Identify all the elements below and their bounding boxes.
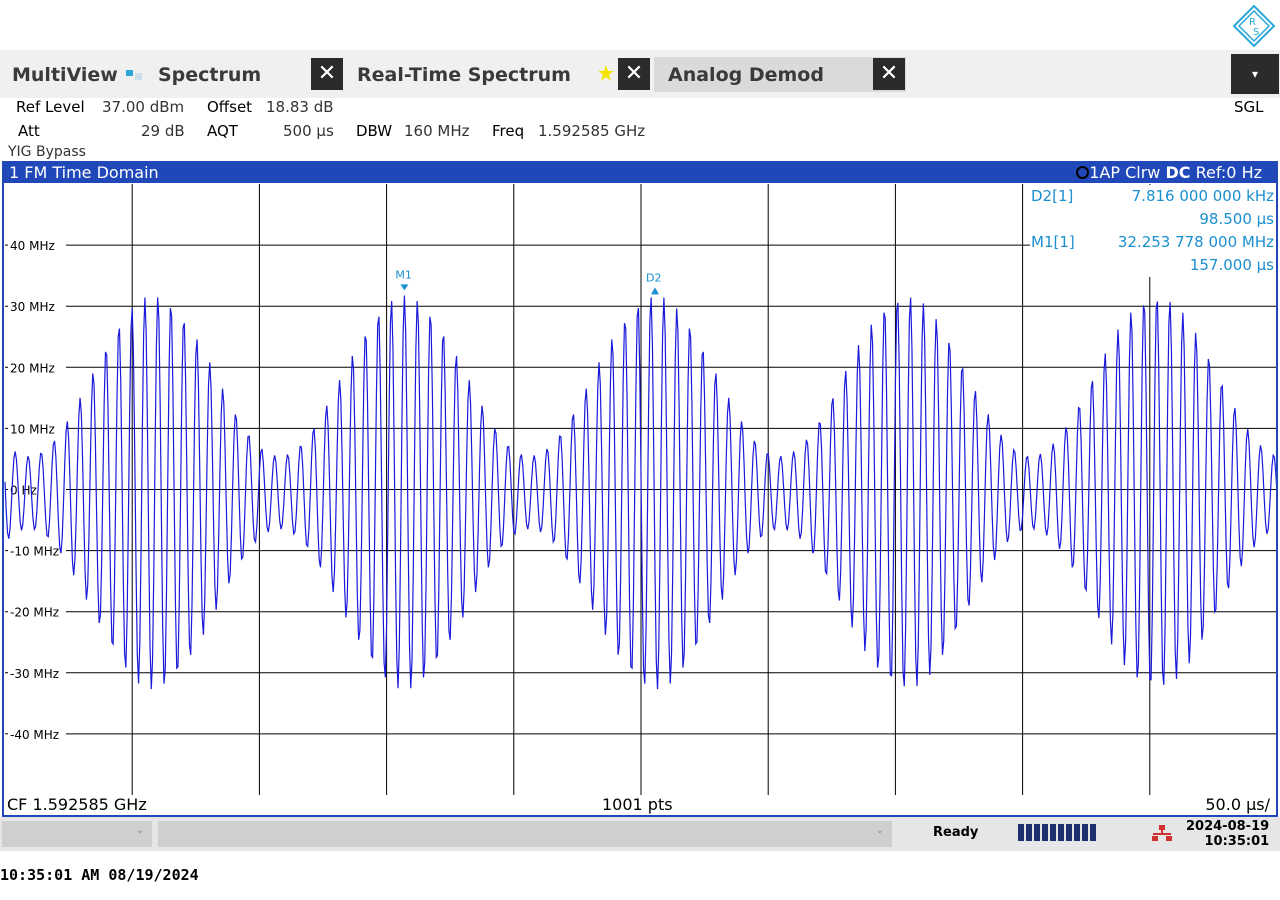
aqt-label: AQT: [207, 122, 238, 140]
tab-analog-demod[interactable]: Analog Demod: [668, 64, 824, 86]
tab-spectrum[interactable]: Spectrum: [158, 64, 261, 86]
progress-segment: [1042, 824, 1048, 841]
rohde-schwarz-logo: R S: [1232, 4, 1276, 48]
point-count: 1001 pts: [602, 795, 673, 814]
status-datetime: 2024-08-19 10:35:01: [1186, 819, 1269, 849]
d2-label: D2[1]: [1031, 187, 1074, 205]
status-date: 2024-08-19: [1186, 819, 1270, 834]
chevron-down-icon: ⌄: [135, 825, 144, 836]
y-tick-label: -20 MHz: [10, 606, 59, 620]
y-tick-label: 30 MHz: [10, 300, 55, 314]
close-tab-spectrum-button[interactable]: ✕: [311, 58, 343, 90]
tab-multiview[interactable]: MultiView: [12, 64, 118, 86]
marker-d2-icon: [650, 287, 659, 295]
y-tick-label: -10 MHz: [10, 545, 59, 559]
progress-segment: [1082, 824, 1088, 841]
status-field-2[interactable]: ⌄: [158, 821, 892, 847]
ref-level-label: Ref Level: [16, 98, 85, 116]
d2-value-freq: 7.816 000 000 kHz: [1131, 187, 1274, 205]
y-tick-label: -30 MHz: [10, 667, 59, 681]
close-tab-realtime-button[interactable]: ✕: [618, 58, 650, 90]
progress-segment: [1018, 824, 1024, 841]
att-label: Att: [18, 122, 40, 140]
att-value: 29 dB: [141, 122, 185, 140]
y-tick-label: 20 MHz: [10, 361, 55, 375]
progress-segment: [1050, 824, 1056, 841]
m1-value-freq: 32.253 778 000 MHz: [1117, 233, 1274, 251]
freq-label: Freq: [492, 122, 525, 140]
progress-segment: [1026, 824, 1032, 841]
status-time: 10:35:01: [1204, 834, 1270, 849]
window-footer: CF 1.592585 GHz 1001 pts 50.0 µs/: [4, 793, 1276, 815]
sweep-mode-indicator: SGL: [1234, 98, 1264, 116]
center-frequency: CF 1.592585 GHz: [7, 795, 147, 814]
progress-segment: [1090, 824, 1096, 841]
progress-segment: [1066, 824, 1072, 841]
freq-value: 1.592585 GHz: [538, 122, 646, 140]
progress-segment: [1058, 824, 1064, 841]
y-tick-label: 40 MHz: [10, 239, 55, 253]
marker-table: D2[1] 7.816 000 000 kHz 98.500 µs M1[1] …: [1030, 185, 1276, 277]
m1-label: M1[1]: [1031, 233, 1075, 251]
aqt-value: 500 µs: [283, 122, 334, 140]
yig-bypass-label: YIG Bypass: [8, 144, 86, 160]
dbw-value: 160 MHz: [404, 122, 470, 140]
status-ready: Ready: [933, 825, 979, 840]
menu-dropdown-button[interactable]: ▾: [1231, 54, 1279, 94]
y-tick-label: 10 MHz: [10, 422, 55, 436]
network-icon: [1152, 825, 1172, 841]
time-per-division: 50.0 µs/: [1205, 795, 1270, 814]
marker-m1-tag: M1: [395, 268, 412, 281]
progress-bar: [1018, 824, 1096, 841]
progress-segment: [1074, 824, 1080, 841]
offset-label: Offset: [207, 98, 253, 116]
svg-text:S: S: [1253, 27, 1259, 38]
y-tick-label: 0 Hz: [10, 484, 37, 498]
dbw-label: DBW: [356, 122, 393, 140]
close-tab-analog-demod-button[interactable]: ✕: [873, 58, 905, 90]
offset-value: 18.83 dB: [266, 98, 334, 116]
y-tick-label: -40 MHz: [10, 728, 59, 742]
multiview-icon: [126, 67, 142, 80]
status-field-1[interactable]: ⌄: [2, 821, 152, 847]
marker-m1-icon: [400, 284, 409, 291]
tab-bar: MultiView Spectrum ✕ Real-Time Spectrum …: [0, 50, 1280, 98]
status-bar: ⌄ ⌄ Ready 2024-08-19 10:35:01: [0, 817, 1280, 851]
d2-value-time: 98.500 µs: [1199, 210, 1274, 228]
ref-level-value: 37.00 dBm: [102, 98, 185, 116]
m1-value-time: 157.000 µs: [1189, 256, 1274, 274]
tab-real-time-spectrum[interactable]: Real-Time Spectrum: [357, 64, 571, 86]
marker-d2-tag: D2: [646, 271, 661, 284]
screenshot-timestamp: 10:35:01 AM 08/19/2024: [0, 866, 199, 884]
chevron-down-icon: ⌄: [875, 825, 884, 836]
star-icon: [598, 65, 614, 85]
progress-segment: [1034, 824, 1040, 841]
